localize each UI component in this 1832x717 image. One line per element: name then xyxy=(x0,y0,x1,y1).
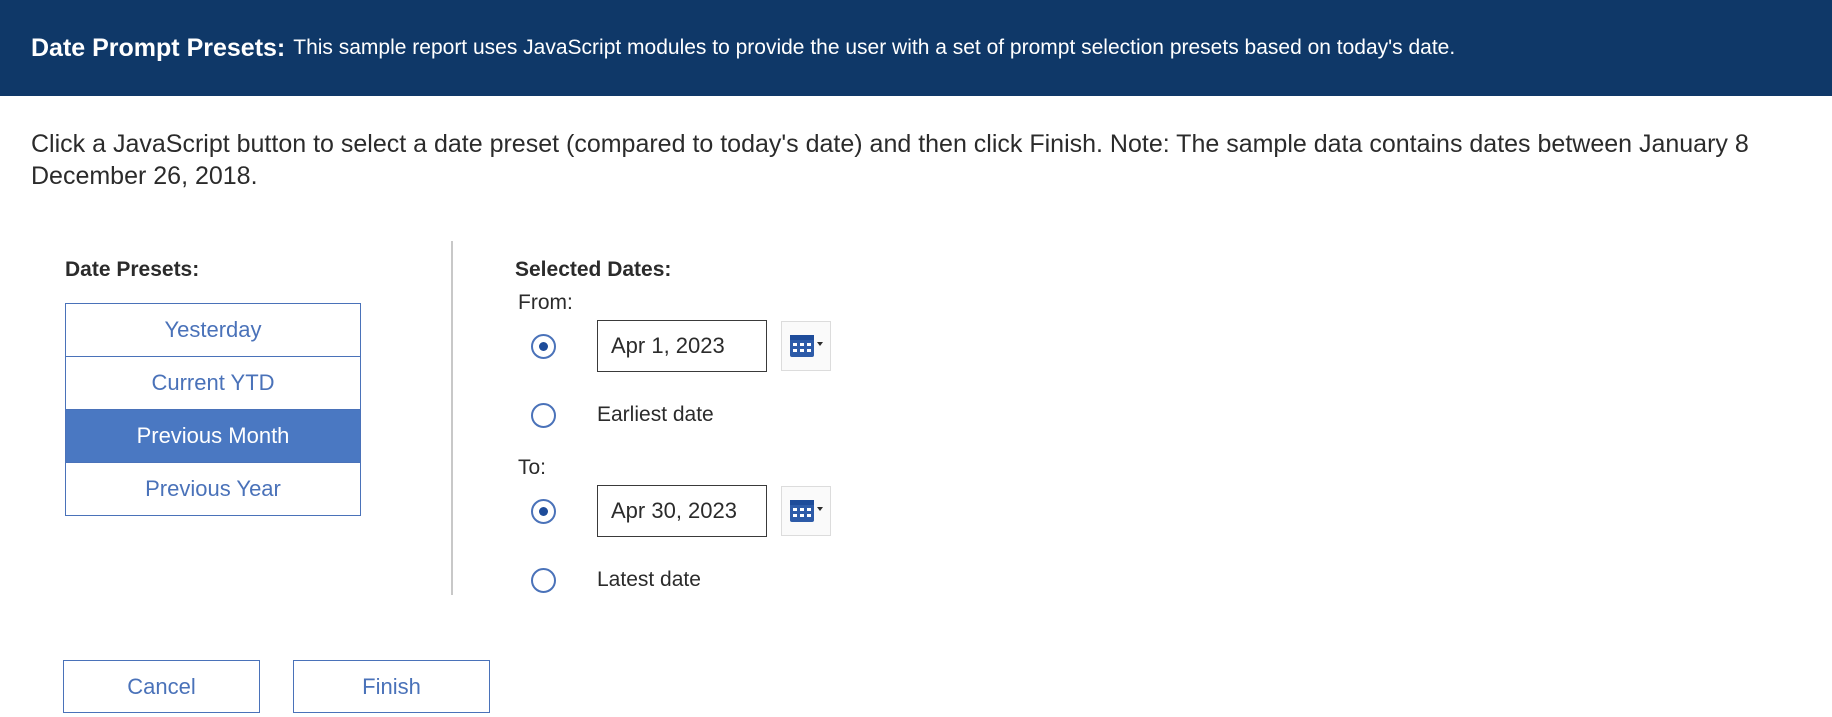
latest-date-radio[interactable] xyxy=(531,568,556,593)
from-calendar-button[interactable] xyxy=(781,321,831,371)
intro-text: Click a JavaScript button to select a da… xyxy=(31,128,1749,192)
calendar-dropdown-icon xyxy=(790,500,823,522)
from-date-input[interactable] xyxy=(597,320,767,372)
header-banner: Date Prompt Presets: This sample report … xyxy=(0,0,1832,96)
date-presets-list: Yesterday Current YTD Previous Month Pre… xyxy=(65,303,361,516)
preset-previous-month-button[interactable]: Previous Month xyxy=(66,410,360,463)
preset-previous-year-button[interactable]: Previous Year xyxy=(66,463,360,515)
preset-yesterday-button[interactable]: Yesterday xyxy=(66,304,360,357)
cancel-button[interactable]: Cancel xyxy=(63,660,260,713)
preset-current-ytd-button[interactable]: Current YTD xyxy=(66,357,360,410)
vertical-divider xyxy=(451,241,453,595)
from-label: From: xyxy=(518,291,573,314)
finish-button[interactable]: Finish xyxy=(293,660,490,713)
to-label: To: xyxy=(518,456,547,479)
date-presets-label: Date Presets: xyxy=(65,258,200,281)
selected-dates-label: Selected Dates: xyxy=(515,258,672,281)
latest-date-label: Latest date xyxy=(597,568,701,591)
earliest-date-label: Earliest date xyxy=(597,403,714,426)
calendar-dropdown-icon xyxy=(790,335,823,357)
banner-title: Date Prompt Presets: xyxy=(31,33,286,62)
banner-description: This sample report uses JavaScript modul… xyxy=(293,36,1456,59)
to-date-input[interactable] xyxy=(597,485,767,537)
intro-line-2: December 26, 2018. xyxy=(31,162,258,190)
earliest-date-radio[interactable] xyxy=(531,403,556,428)
to-calendar-button[interactable] xyxy=(781,486,831,536)
from-date-radio[interactable] xyxy=(531,334,556,359)
to-date-radio[interactable] xyxy=(531,499,556,524)
intro-line-1: Click a JavaScript button to select a da… xyxy=(31,130,1749,158)
